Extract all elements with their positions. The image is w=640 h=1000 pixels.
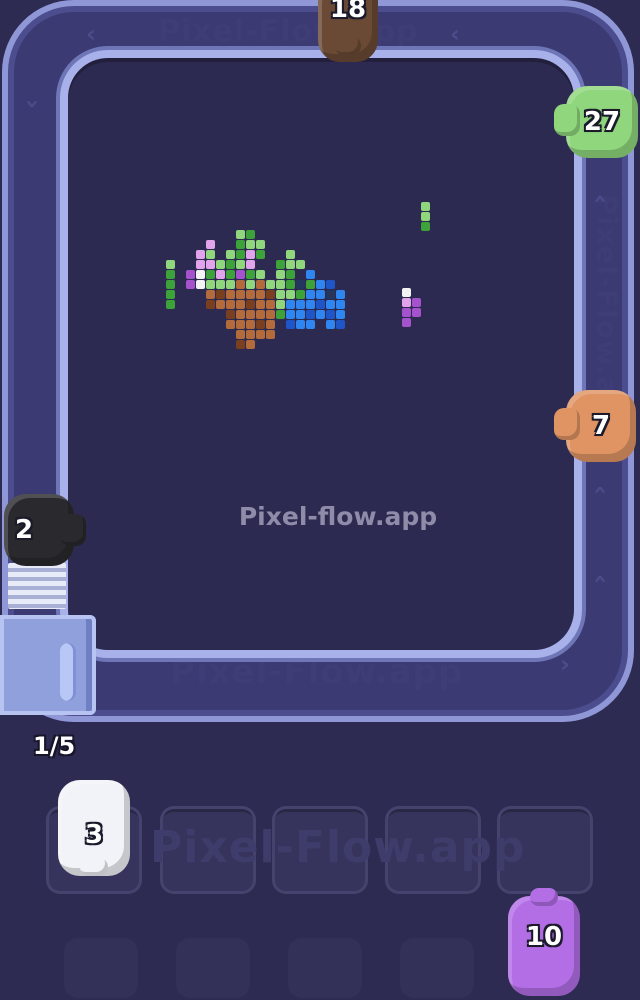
queue-slot (64, 938, 138, 998)
conveyor-pig-top[interactable]: 18 (318, 0, 378, 62)
track-watermark-top: Pixel-Flow.app (158, 14, 419, 49)
queue-pig[interactable]: 10 (508, 888, 580, 996)
conveyor-pig-left[interactable]: 2 (4, 494, 86, 566)
launcher-ramp (8, 563, 66, 609)
slot-pig[interactable]: 3 (58, 780, 130, 876)
pig-snout (335, 36, 361, 56)
pig-count: 7 (591, 411, 611, 441)
conveyor-track: Pixel-Flow.app Pixel-Flow.app Pixel-flow… (0, 0, 640, 725)
conveyor-pig-right-1[interactable]: 27 (554, 86, 638, 158)
pig-count: 18 (329, 0, 367, 24)
queue-slot (400, 938, 474, 998)
track-arrow-icon: ‹ (586, 485, 615, 495)
track-arrow-icon: ‹ (16, 99, 45, 109)
track-arrow-icon: ‹ (560, 652, 570, 680)
queue-slot (288, 938, 362, 998)
queue-slot (176, 938, 250, 998)
pig-snout (80, 858, 108, 876)
play-field (68, 58, 574, 650)
launcher[interactable] (0, 615, 96, 715)
slot-watermark: Pixel-Flow.app (150, 822, 526, 873)
pig-count: 2 (14, 515, 34, 545)
launcher-roller (60, 643, 76, 701)
pig-count: 10 (525, 922, 563, 952)
pig-count: 3 (84, 820, 104, 850)
center-watermark: Pixel-flow.app (238, 502, 438, 531)
launcher-capacity-label: 1/5 (33, 732, 76, 760)
track-arrow-icon: ‹ (86, 20, 96, 48)
track-arrow-icon: ‹ (586, 574, 615, 584)
track-arrow-icon: ‹ (586, 194, 615, 204)
pig-count: 27 (583, 107, 621, 137)
track-arrow-icon: ‹ (450, 20, 460, 48)
track-watermark-bottom: Pixel-Flow.app (170, 652, 464, 692)
conveyor-pig-right-2[interactable]: 7 (554, 390, 636, 462)
pig-snout (530, 888, 558, 906)
